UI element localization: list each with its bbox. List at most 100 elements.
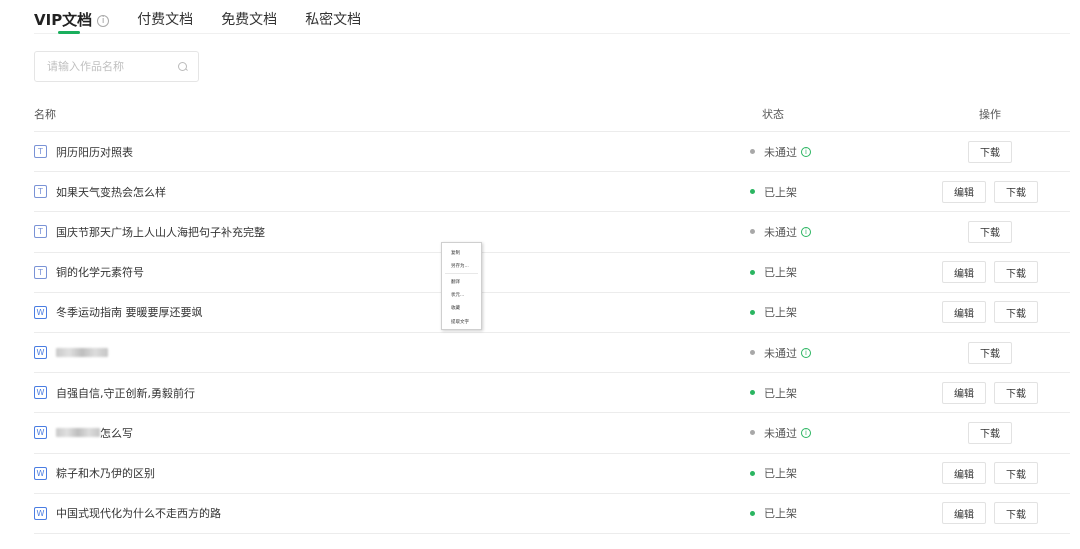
row-name-cell: W 粽子和木乃伊的区别 <box>34 465 750 481</box>
word-doc-icon: W <box>34 346 47 360</box>
ctx-divider <box>445 273 478 275</box>
word-doc-icon: W <box>34 386 47 400</box>
edit-button[interactable]: 编辑 <box>942 301 986 324</box>
info-icon[interactable]: i <box>801 347 811 358</box>
ctx-search[interactable]: 状元... <box>442 289 481 302</box>
search-input[interactable] <box>47 60 178 73</box>
doc-table: 名称 状态 操作 T 阴历阳历对照表 未通过 i 下载 T 如果天气变热会怎么样 已上架 编辑下… <box>34 96 1070 534</box>
table-row: T 如果天气变热会怎么样 已上架 编辑 下载 <box>34 172 1070 213</box>
status-dot-icon <box>750 269 755 275</box>
row-status-cell: 未通过 i <box>750 144 910 160</box>
ctx-translate[interactable]: 翻译 <box>442 275 481 288</box>
tab-vip[interactable]: VIP文档 i <box>34 0 110 34</box>
status-dot-icon <box>750 189 755 195</box>
row-action-cell: 编辑 下载 <box>910 301 1070 324</box>
row-action-cell: 编辑 下载 <box>910 462 1070 485</box>
status-badge: 未通过 <box>764 346 797 360</box>
ctx-save-as[interactable]: 另存为... <box>442 259 481 272</box>
row-name-cell: W 自强自信,守正创新,勇毅前行 <box>34 385 750 401</box>
status-badge: 已上架 <box>764 185 797 199</box>
row-name-cell: T 铜的化学元素符号 <box>34 264 750 280</box>
header-name: 名称 <box>34 107 56 121</box>
ctx-extract-text[interactable]: 提取文字 <box>442 315 481 328</box>
download-button[interactable]: 下载 <box>968 220 1012 243</box>
doc-title-link[interactable]: 冬季运动指南 要暖要厚还要飒 <box>56 304 203 320</box>
download-button[interactable]: 下载 <box>968 341 1012 364</box>
row-name-cell: T 如果天气变热会怎么样 <box>34 184 750 200</box>
row-action-cell: 下载 <box>910 140 1070 163</box>
status-badge: 已上架 <box>764 507 797 521</box>
download-button[interactable]: 下载 <box>994 381 1038 404</box>
doc-title-link[interactable]: 阴历阳历对照表 <box>56 144 133 160</box>
row-action-cell: 下载 <box>910 220 1070 243</box>
status-badge: 未通过 <box>764 225 797 239</box>
header-action: 操作 <box>979 107 1001 121</box>
table-row: T 阴历阳历对照表 未通过 i 下载 <box>34 132 1070 173</box>
doc-title-link[interactable]: 铜的化学元素符号 <box>56 264 144 280</box>
text-doc-icon: T <box>34 225 47 239</box>
text-doc-icon: T <box>34 265 47 279</box>
row-name-cell: W <box>34 346 750 360</box>
row-name-cell: W 冬季运动指南 要暖要厚还要飒 <box>34 304 750 320</box>
doc-title-link[interactable]: 中国式现代化为什么不走西方的路 <box>56 505 221 521</box>
doc-title-link[interactable]: 自强自信,守正创新,勇毅前行 <box>56 385 195 401</box>
table-row: T 国庆节那天广场上人山人海把句子补充完整 未通过 i 下载 <box>34 212 1070 253</box>
status-badge: 已上架 <box>764 386 797 400</box>
status-dot-icon <box>750 430 755 436</box>
edit-button[interactable]: 编辑 <box>942 502 986 525</box>
row-action-cell: 编辑 下载 <box>910 261 1070 284</box>
row-status-cell: 未通过 i <box>750 425 910 441</box>
doc-title-link[interactable]: 国庆节那天广场上人山人海把句子补充完整 <box>56 224 265 240</box>
table-row: W 冬季运动指南 要暖要厚还要飒 已上架 编辑 下载 <box>34 293 1070 333</box>
table-row: W 未通过 i 下载 <box>34 333 1070 374</box>
info-icon[interactable]: i <box>801 427 811 438</box>
edit-button[interactable]: 编辑 <box>942 180 986 203</box>
header-status: 状态 <box>762 107 784 121</box>
download-button[interactable]: 下载 <box>994 301 1038 324</box>
download-button[interactable]: 下载 <box>994 261 1038 284</box>
row-name-cell: W 怎么写 <box>34 425 750 441</box>
edit-button[interactable]: 编辑 <box>942 462 986 485</box>
row-status-cell: 已上架 <box>750 385 910 401</box>
table-row: W 粽子和木乃伊的区别 已上架 编辑 下载 <box>34 454 1070 494</box>
table-row: W 自强自信,守正创新,勇毅前行 已上架 编辑 下载 <box>34 373 1070 414</box>
text-doc-icon: T <box>34 185 47 199</box>
table-row: T 铜的化学元素符号 已上架 编辑 下载 <box>34 253 1070 293</box>
status-badge: 已上架 <box>764 467 797 481</box>
row-action-cell: 编辑 下载 <box>910 180 1070 203</box>
download-button[interactable]: 下载 <box>994 180 1038 203</box>
status-dot-icon <box>750 309 755 315</box>
tab-paid[interactable]: 付费文档 <box>137 0 193 34</box>
info-icon[interactable]: i <box>801 226 811 237</box>
tab-free[interactable]: 免费文档 <box>221 0 277 34</box>
row-status-cell: 未通过 i <box>750 345 910 361</box>
status-badge: 未通过 <box>764 145 797 159</box>
search-icon[interactable] <box>178 61 188 72</box>
text-doc-icon: T <box>34 145 47 159</box>
download-button[interactable]: 下载 <box>994 462 1038 485</box>
download-button[interactable]: 下载 <box>994 502 1038 525</box>
status-dot-icon <box>750 510 755 516</box>
info-icon[interactable]: i <box>97 15 110 27</box>
status-badge: 已上架 <box>764 266 797 280</box>
row-status-cell: 已上架 <box>750 184 910 200</box>
info-icon[interactable]: i <box>801 146 811 157</box>
row-action-cell: 编辑 下载 <box>910 502 1070 525</box>
row-name-cell: T 国庆节那天广场上人山人海把句子补充完整 <box>34 224 750 240</box>
table-row: W 中国式现代化为什么不走西方的路 已上架 编辑 下载 <box>34 494 1070 534</box>
download-button[interactable]: 下载 <box>968 421 1012 444</box>
row-action-cell: 下载 <box>910 341 1070 364</box>
doc-title-link[interactable]: 粽子和木乃伊的区别 <box>56 465 155 481</box>
doc-tabs: VIP文档 i 付费文档 免费文档 私密文档 <box>34 0 1070 34</box>
edit-button[interactable]: 编辑 <box>942 381 986 404</box>
ctx-copy[interactable]: 复制 <box>442 246 481 259</box>
row-action-cell: 下载 <box>910 421 1070 444</box>
edit-button[interactable]: 编辑 <box>942 261 986 284</box>
doc-title-link[interactable]: 怎么写 <box>100 425 133 441</box>
ctx-favorite[interactable]: 收藏 <box>442 302 481 315</box>
row-name-cell: W 中国式现代化为什么不走西方的路 <box>34 505 750 521</box>
tab-private[interactable]: 私密文档 <box>305 0 361 34</box>
table-body: T 阴历阳历对照表 未通过 i 下载 T 如果天气变热会怎么样 已上架 编辑 下载 T 国庆节那天广场… <box>34 132 1070 534</box>
download-button[interactable]: 下载 <box>968 140 1012 163</box>
doc-title-link[interactable]: 如果天气变热会怎么样 <box>56 184 166 200</box>
